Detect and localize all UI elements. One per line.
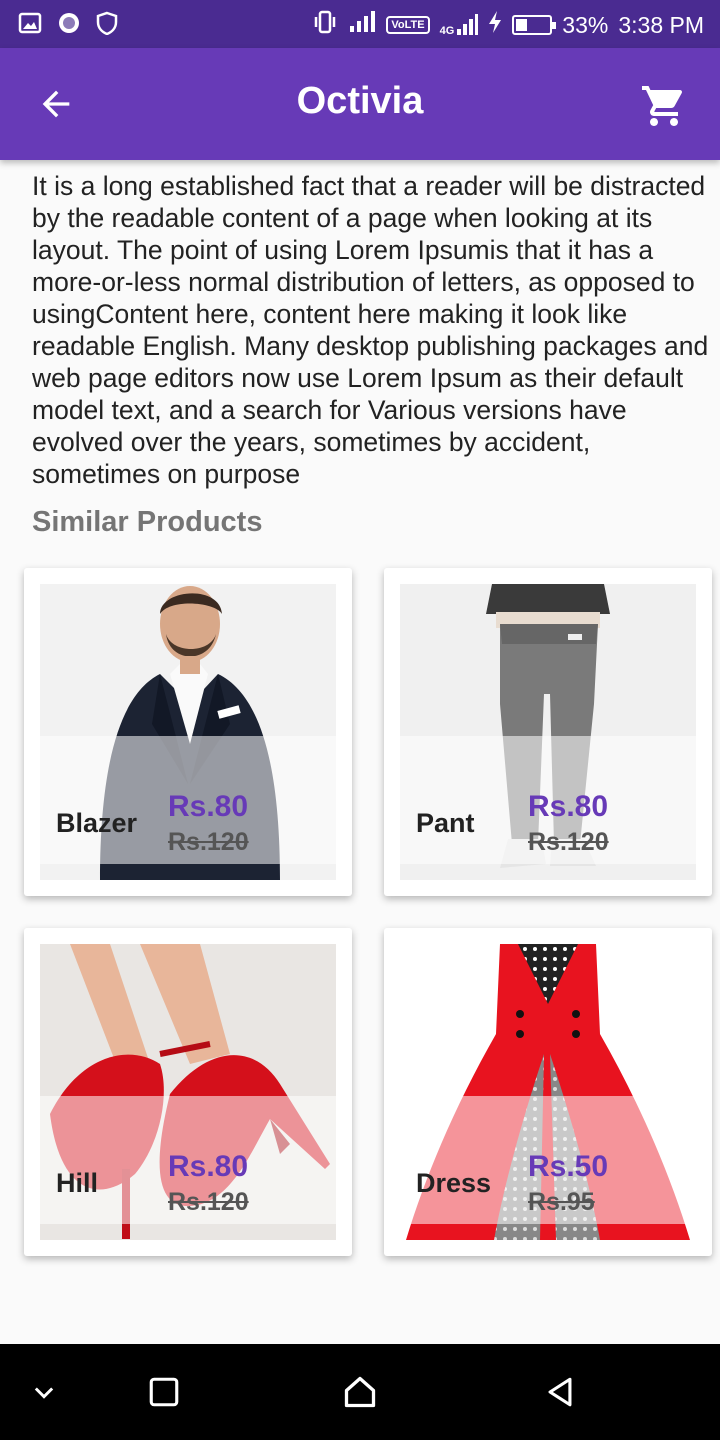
hide-nav-button[interactable] bbox=[20, 1368, 68, 1416]
product-old-price: Rs.120 bbox=[168, 1188, 249, 1216]
charging-icon bbox=[488, 10, 502, 40]
product-old-price: Rs.95 bbox=[528, 1188, 595, 1216]
product-name: Blazer bbox=[56, 808, 138, 838]
product-card-dress[interactable]: Dress Rs.50 Rs.95 bbox=[384, 928, 712, 1256]
back-nav-button[interactable] bbox=[536, 1368, 584, 1416]
status-bar: VoLTE 4G 33% 3:38 PM bbox=[0, 0, 720, 48]
system-nav-bar bbox=[0, 1344, 720, 1440]
product-price: Rs.80 bbox=[528, 790, 609, 823]
home-button[interactable] bbox=[336, 1368, 384, 1416]
circle-icon bbox=[56, 10, 82, 41]
recents-button[interactable] bbox=[140, 1368, 188, 1416]
shield-icon bbox=[96, 11, 118, 40]
network-4g-indicator: 4G bbox=[440, 13, 479, 37]
recents-icon bbox=[149, 1377, 179, 1407]
vibrate-icon bbox=[312, 9, 338, 41]
product-price: Rs.50 bbox=[528, 1150, 609, 1183]
clock: 3:38 PM bbox=[618, 11, 704, 38]
back-triangle-icon bbox=[548, 1377, 572, 1407]
app-title: Octivia bbox=[296, 80, 424, 122]
product-name: Dress bbox=[416, 1168, 492, 1198]
battery-percent: 33% bbox=[562, 11, 609, 38]
home-icon bbox=[344, 1376, 376, 1408]
cart-button[interactable] bbox=[636, 78, 692, 134]
product-price: Rs.80 bbox=[168, 790, 249, 823]
chevron-down-icon bbox=[34, 1387, 54, 1399]
signal-icon bbox=[348, 10, 376, 40]
product-price: Rs.80 bbox=[168, 1150, 249, 1183]
similar-products-title: Similar Products bbox=[32, 506, 263, 538]
product-card-pant[interactable]: Pant Rs.80 Rs.120 bbox=[384, 568, 712, 896]
product-card-blazer[interactable]: Blazer Rs.80 Rs.120 bbox=[24, 568, 352, 896]
product-name: Pant bbox=[416, 808, 475, 838]
product-old-price: Rs.120 bbox=[168, 828, 249, 856]
app-bar: Octivia bbox=[0, 48, 720, 160]
image-icon bbox=[18, 11, 42, 40]
volte-badge: VoLTE bbox=[386, 16, 430, 34]
product-old-price: Rs.120 bbox=[528, 828, 609, 856]
product-card-hill[interactable]: Hill Rs.80 Rs.120 bbox=[24, 928, 352, 1256]
shopping-cart-icon bbox=[642, 86, 683, 126]
battery-icon bbox=[512, 15, 557, 35]
product-description: It is a long established fact that a rea… bbox=[32, 171, 709, 489]
product-name: Hill bbox=[56, 1168, 99, 1198]
